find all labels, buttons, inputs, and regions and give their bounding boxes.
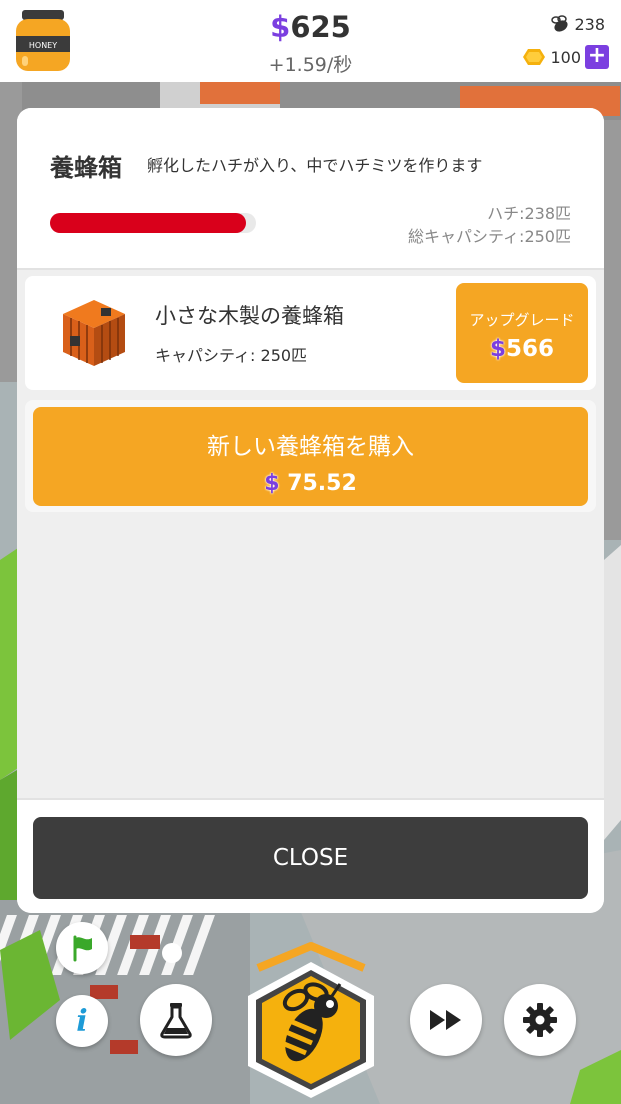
dollar-symbol: $ (264, 471, 280, 496)
panel-header: 養蜂箱 孵化したハチが入り、中でハチミツを作ります ハチ:238匹 総キャパシテ… (17, 108, 604, 270)
bee-icon (551, 15, 569, 32)
flag-icon (73, 935, 92, 962)
notification-dot (162, 943, 182, 963)
panel-title: 養蜂箱 (50, 154, 122, 182)
fast-forward-icon (430, 1010, 461, 1030)
total-capacity-stat: 総キャパシティ:250匹 (408, 227, 571, 246)
bee-count: 238 (550, 14, 605, 34)
money-display: $625 (0, 10, 621, 44)
buy-hive-cost-value: 75.52 (287, 471, 357, 496)
goals-button[interactable] (56, 922, 108, 974)
panel-description: 孵化したハチが入り、中でハチミツを作ります (147, 156, 483, 175)
gem-counter: 100 + (522, 45, 609, 69)
beehive-panel: 養蜂箱 孵化したハチが入り、中でハチミツを作ります ハチ:238匹 総キャパシテ… (17, 108, 604, 913)
fast-forward-button[interactable] (410, 984, 482, 1056)
hive-capacity: キャパシティ: 250匹 (155, 346, 308, 365)
capacity-progress-bar (50, 213, 256, 233)
flask-icon (160, 1003, 192, 1039)
buy-hive-section: 新しい養蜂箱を購入 $ 75.52 (25, 400, 596, 512)
close-button[interactable]: CLOSE (33, 817, 588, 899)
dollar-symbol: $ (270, 10, 291, 44)
bee-main-button[interactable] (242, 940, 380, 1098)
buy-hive-label: 新しい養蜂箱を購入 (207, 434, 414, 460)
research-button[interactable] (140, 984, 212, 1056)
hive-item-card: 小さな木製の養蜂箱 キャパシティ: 250匹 アップグレード $566 (25, 276, 596, 390)
gear-icon (523, 1003, 557, 1037)
buy-hive-button[interactable]: 新しい養蜂箱を購入 $ 75.52 (33, 407, 588, 506)
panel-footer: CLOSE (17, 798, 604, 913)
capacity-progress-fill (50, 213, 247, 233)
money-value: 625 (290, 10, 351, 44)
upgrade-cost: $566 (456, 336, 588, 362)
wooden-hive-icon (63, 300, 125, 366)
buy-hive-cost: $ 75.52 (33, 471, 588, 496)
bee-count-stat: ハチ:238匹 (487, 204, 571, 223)
info-button[interactable]: i (56, 995, 108, 1047)
upgrade-button[interactable]: アップグレード $566 (456, 283, 588, 383)
gem-count: 100 (550, 47, 581, 67)
hive-name: 小さな木製の養蜂箱 (155, 304, 344, 328)
honeycomb-gem-icon (523, 49, 546, 65)
bee-count-value: 238 (574, 14, 605, 34)
info-icon: i (76, 1003, 88, 1039)
upgrade-label: アップグレード (469, 311, 575, 329)
settings-button[interactable] (504, 984, 576, 1056)
dollar-symbol: $ (489, 336, 506, 362)
top-bar: HONEY $625 +1.59/秒 238 100 + (0, 0, 621, 82)
upgrade-cost-value: 566 (506, 336, 555, 362)
add-gems-button[interactable]: + (585, 45, 609, 69)
